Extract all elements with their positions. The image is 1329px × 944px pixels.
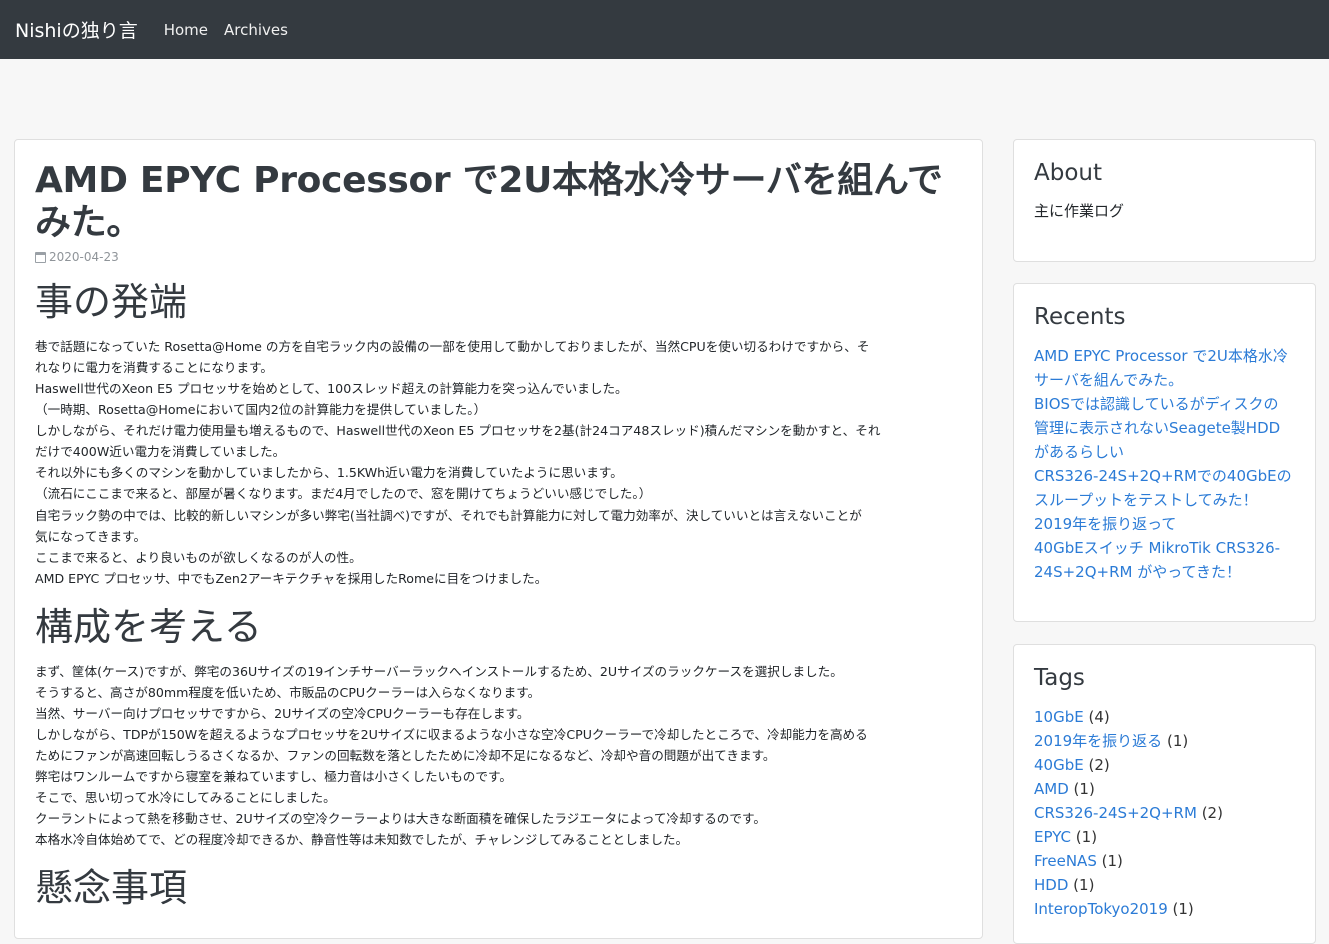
- tag-count: (1): [1172, 900, 1194, 918]
- tag-item: 10GbE (4): [1034, 705, 1295, 729]
- recent-post-link-line: 管理に表示されないSeagete製HDD: [1034, 419, 1281, 437]
- paragraph-line: そこで、思い切って水冷にしてみることにしました。: [35, 790, 336, 806]
- tag-link[interactable]: CRS326-24S+2Q+RM: [1034, 804, 1197, 822]
- tag-item: CRS326-24S+2Q+RM (2): [1034, 801, 1295, 825]
- recent-post-link-line: CRS326-24S+2Q+RMでの40GbEの: [1034, 467, 1292, 485]
- recent-post-link[interactable]: CRS326-24S+2Q+RMでの40GbEの スループットをテストしてみた！: [1034, 464, 1295, 512]
- tag-link[interactable]: FreeNAS: [1034, 852, 1097, 870]
- tag-item: 40GbE (2): [1034, 753, 1295, 777]
- recents-list: AMD EPYC Processor で2U本格水冷 サーバを組んでみた。 BIOS…: [1034, 344, 1295, 584]
- recent-post-link[interactable]: AMD EPYC Processor で2U本格水冷 サーバを組んでみた。: [1034, 344, 1295, 392]
- tag-count: (1): [1166, 732, 1189, 750]
- tag-count: (1): [1101, 852, 1123, 870]
- recent-post-link-line: スループットをテストしてみた！: [1034, 491, 1258, 509]
- tags-title: Tags: [1034, 665, 1085, 691]
- paragraph-line: そうすると、高さが80mm程度を低いため、市販品のCPUクーラーは入らなくなりま…: [35, 684, 541, 700]
- tags-list: 10GbE (4) 2019年を振り返る (1) 40GbE (2) AMD (1) C…: [1034, 705, 1295, 921]
- paragraph-line: クーラントによって熱を移動させ、2Uサイズの空冷クーラーよりは大きな断面積を確保…: [35, 811, 766, 827]
- section-heading: 事の発端: [35, 280, 188, 325]
- tag-count: (2): [1088, 756, 1110, 774]
- tag-count: (1): [1073, 876, 1095, 894]
- section-paragraph: まず、筐体(ケース)ですが、弊宅の36Uサイズの19インチサーバーラックへインス…: [35, 661, 962, 851]
- tag-item: HDD (1): [1034, 873, 1295, 897]
- tag-count: (4): [1088, 708, 1110, 726]
- tag-item: EPYC (1): [1034, 825, 1295, 849]
- post-date: 2020-04-23: [49, 250, 119, 265]
- post-card: AMD EPYC Processor で2U本格水冷サーバを組んでみた。 202…: [14, 139, 983, 939]
- recent-post-link-line: AMD EPYC Processor で2U本格水冷: [1034, 347, 1288, 365]
- post-title: AMD EPYC Processor で2U本格水冷サーバを組んでみた。: [35, 160, 943, 244]
- section-heading: 懸念事項: [35, 866, 188, 911]
- recent-post-link-line: サーバを組んでみた。: [1034, 371, 1184, 389]
- paragraph-line: （一時期、Rosetta@Homeにおいて国内2位の計算能力を提供していました。…: [35, 402, 487, 418]
- recent-post-link[interactable]: 40GbEスイッチ MikroTik CRS326- 24S+2Q+RM がやって…: [1034, 536, 1295, 584]
- site-brand[interactable]: Nishiの独り言: [15, 16, 138, 43]
- paragraph-line: 気になってきます。: [35, 528, 147, 544]
- tag-link[interactable]: 40GbE: [1034, 756, 1084, 774]
- about-title: About: [1034, 160, 1103, 186]
- tag-link[interactable]: InteropTokyo2019: [1034, 900, 1168, 918]
- tag-item: FreeNAS (1): [1034, 849, 1295, 873]
- about-text: 主に作業ログ: [1034, 202, 1125, 220]
- tag-count: (1): [1075, 828, 1098, 846]
- paragraph-line: 巷で話題になっていた Rosetta@Home の方を自宅ラック内の設備の一部を…: [35, 338, 870, 354]
- paragraph-line: まず、筐体(ケース)ですが、弊宅の36Uサイズの19インチサーバーラックへインス…: [35, 663, 843, 679]
- recent-post-link-line: 2019年を振り返って: [1034, 515, 1177, 533]
- tag-count: (1): [1073, 780, 1095, 798]
- recent-post-link-line: 40GbEスイッチ MikroTik CRS326-: [1034, 539, 1281, 557]
- paragraph-line: しかしながら、それだけ電力使用量も増えるもので、Haswell世代のXeon E…: [35, 423, 881, 439]
- paragraph-line: Haswell世代のXeon E5 プロセッサを始めとして、100スレッド超えの…: [35, 381, 628, 396]
- tag-link[interactable]: 2019年を振り返る: [1034, 732, 1162, 750]
- tag-link[interactable]: HDD: [1034, 876, 1068, 894]
- paragraph-line: 弊宅はワンルームですから寝室を兼ねていますし、極力音は小さくしたいものです。: [35, 769, 512, 784]
- recents-title: Recents: [1034, 304, 1126, 330]
- recents-card: Recents AMD EPYC Processor で2U本格水冷 サーバを組ん…: [1013, 283, 1316, 622]
- tag-item: InteropTokyo2019 (1): [1034, 897, 1295, 921]
- paragraph-line: 当然、サーバー向けプロセッサですから、2Uサイズの空冷CPUクーラーも存在します…: [35, 705, 530, 721]
- paragraph-line: ここまで来ると、より良いものが欲しくなるのが人の性。: [35, 549, 362, 565]
- about-card: About 主に作業ログ: [1013, 139, 1316, 262]
- top-navbar: Nishiの独り言 Home Archives: [0, 0, 1329, 59]
- paragraph-line: だけで400W近い電力を消費していました。: [35, 444, 286, 460]
- tags-card: Tags 10GbE (4) 2019年を振り返る (1) 40GbE (2) AMD…: [1013, 644, 1316, 944]
- recent-post-link-line: 24S+2Q+RM がやってきた！: [1034, 563, 1242, 581]
- paragraph-line: しかしながら、TDPが150Wを超えるようなプロセッサを2Uサイズに収まるような…: [35, 726, 868, 742]
- recent-post-link-line: BIOSでは認識しているがディスクの: [1034, 395, 1279, 413]
- paragraph-line: れなりに電力を消費することになります。: [35, 359, 274, 375]
- section-heading: 構成を考える: [35, 604, 262, 649]
- recent-post-link[interactable]: BIOSでは認識しているがディスクの 管理に表示されないSeagete製HDD があ…: [1034, 392, 1295, 464]
- post-meta: 2020-04-23: [35, 250, 962, 264]
- nav-archives[interactable]: Archives: [224, 21, 288, 39]
- paragraph-line: 自宅ラック勢の中では、比較的新しいマシンが多い弊宅(当社調べ)ですが、それでも計…: [35, 507, 862, 523]
- paragraph-line: （流石にここまで来ると、部屋が暑くなります。まだ4月でしたので、窓を開けてちょう…: [35, 486, 652, 502]
- paragraph-line: AMD EPYC プロセッサ、中でもZen2アーキテクチャを採用したRomeに目…: [35, 570, 548, 586]
- paragraph-line: それ以外にも多くのマシンを動かしていましたから、1.5KWh近い電力を消費してい…: [35, 465, 623, 481]
- tag-link[interactable]: AMD: [1034, 780, 1069, 798]
- recent-post-link[interactable]: 2019年を振り返って: [1034, 512, 1295, 536]
- nav-home[interactable]: Home: [164, 21, 208, 39]
- paragraph-line: ためにファンが高速回転しうるさくなるか、ファンの回転数を落としたために冷却不足に…: [35, 747, 776, 763]
- post-body: 事の発端巷で話題になっていた Rosetta@Home の方を自宅ラック内の設備…: [35, 280, 962, 912]
- tag-item: 2019年を振り返る (1): [1034, 729, 1295, 753]
- tag-link[interactable]: EPYC: [1034, 828, 1071, 846]
- section-paragraph: 巷で話題になっていた Rosetta@Home の方を自宅ラック内の設備の一部を…: [35, 336, 962, 589]
- tag-item: AMD (1): [1034, 777, 1295, 801]
- paragraph-line: 本格水冷自体始めてで、どの程度冷却できるか、静音性等は未知数でしたが、チャレンジ…: [35, 832, 689, 848]
- recent-post-link-line: があるらしい: [1034, 443, 1125, 461]
- tag-count: (2): [1201, 804, 1223, 822]
- calendar-icon: [35, 251, 46, 263]
- tag-link[interactable]: 10GbE: [1034, 708, 1084, 726]
